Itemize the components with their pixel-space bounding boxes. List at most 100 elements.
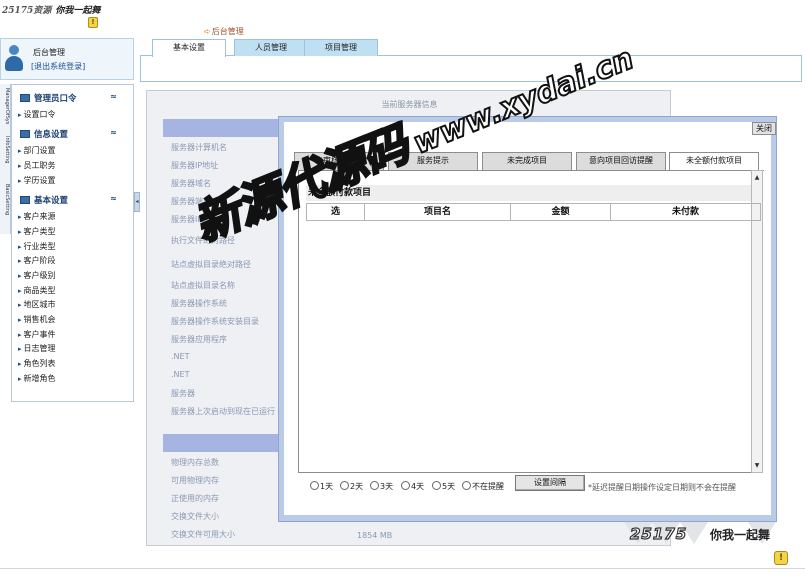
scroll-up-icon[interactable]: ▲ bbox=[753, 173, 761, 182]
radio-1-day[interactable]: 1天 bbox=[310, 481, 333, 492]
table-header: 选 项目名 金额 未付款 bbox=[306, 203, 761, 221]
col-amount: 金额 bbox=[511, 204, 611, 220]
info-label: 服务器操作系统 bbox=[171, 299, 227, 308]
menu-group-title: 管理员口令 bbox=[34, 94, 77, 104]
sidebar-item-customer-source[interactable]: 客户来源 bbox=[18, 211, 56, 222]
info-label: 服务器端口 bbox=[171, 197, 211, 206]
menu-group-basic[interactable]: 基本设置 ≈ bbox=[12, 193, 133, 207]
info-label: 服务器计算机名 bbox=[171, 143, 227, 152]
breadcrumb-arrow-icon: ➪ bbox=[204, 27, 211, 36]
radio-2-days[interactable]: 2天 bbox=[340, 481, 363, 492]
info-label: 服务器域名 bbox=[171, 179, 211, 188]
main-tabs: 基本设置 人员管理 项目管理 bbox=[140, 39, 802, 57]
info-label: 站点虚拟目录名称 bbox=[171, 281, 235, 290]
breadcrumb: ➪后台管理 bbox=[204, 26, 244, 37]
sidebar-item-region-city[interactable]: 地区城市 bbox=[18, 299, 56, 310]
collapse-icon[interactable]: ≈ bbox=[110, 92, 117, 101]
menu-group-info[interactable]: 信息设置 ≈ bbox=[12, 127, 133, 141]
folder-icon bbox=[20, 130, 30, 138]
user-title: 后台管理 bbox=[33, 48, 65, 57]
collapse-icon[interactable]: ≈ bbox=[110, 128, 117, 137]
top-slogan: 你我一起舞 bbox=[55, 6, 101, 16]
close-button[interactable]: 关闭 bbox=[752, 122, 776, 135]
sidebar-item-log-management[interactable]: 日志管理 bbox=[18, 343, 56, 354]
radio-3-days[interactable]: 3天 bbox=[370, 481, 393, 492]
tip-bulb-icon: ! bbox=[774, 551, 788, 565]
info-label: 服务器IP地址 bbox=[171, 161, 219, 170]
sidebar-item-customer-event[interactable]: 客户事件 bbox=[18, 329, 56, 340]
tab-unreviewed-projects[interactable]: 未审核的项目 bbox=[294, 152, 384, 170]
info-label: 交换文件可用大小 bbox=[171, 530, 235, 539]
sidebar-item-department[interactable]: 部门设置 bbox=[18, 145, 56, 156]
sidebar-item-role-list[interactable]: 角色列表 bbox=[18, 358, 56, 369]
col-select: 选 bbox=[307, 204, 365, 220]
breadcrumb-label: 后台管理 bbox=[211, 27, 244, 36]
info-label: 可用物理内存 bbox=[171, 476, 219, 485]
dialog-body: 关闭 未审核的项目 服务提示 未完成项目 意向项目回访提醒 未全额付款项目 ▲ … bbox=[284, 122, 776, 515]
sidebar-item-customer-stage[interactable]: 客户阶段 bbox=[18, 255, 56, 266]
info-label: 服务器上次启动到现在已运行 bbox=[171, 407, 275, 416]
sidebar-item-industry-type[interactable]: 行业类型 bbox=[18, 241, 56, 252]
radio-no-remind[interactable]: 不在提醒 bbox=[462, 481, 504, 492]
bottom-logo: 25175 你我一起舞 ! bbox=[624, 520, 802, 570]
sidebar-item-education[interactable]: 学历设置 bbox=[18, 175, 56, 186]
swap-free-value: 1854 MB bbox=[357, 531, 393, 540]
sidebar-item-position[interactable]: 员工职务 bbox=[18, 160, 56, 171]
tab-intent-followup[interactable]: 意向项目回访提醒 bbox=[576, 152, 666, 170]
radio-4-days[interactable]: 4天 bbox=[401, 481, 424, 492]
tab-content-area bbox=[140, 56, 802, 82]
tab-basic-settings[interactable]: 基本设置 bbox=[152, 39, 226, 57]
sidebar-item-set-password[interactable]: 设置口令 bbox=[18, 109, 56, 120]
radio-5-days[interactable]: 5天 bbox=[432, 481, 455, 492]
collapse-icon[interactable]: ≈ bbox=[110, 194, 117, 203]
info-label: 交换文件大小 bbox=[171, 512, 219, 521]
col-unpaid: 未付款 bbox=[671, 207, 699, 217]
info-label: .NET bbox=[171, 370, 190, 379]
info-label: 服务器 bbox=[171, 389, 195, 398]
set-interval-button[interactable]: 设置间隔 bbox=[515, 475, 585, 491]
user-box: 后台管理 [退出系统登录] bbox=[0, 38, 134, 80]
tab-unfinished-projects[interactable]: 未完成项目 bbox=[482, 152, 572, 170]
sidebar-menu: 管理员口令 ≈ 设置口令 信息设置 ≈ 部门设置 员工职务 学历设置 基本设置 … bbox=[11, 84, 134, 402]
info-label: 站点虚拟目录绝对路径 bbox=[171, 260, 251, 269]
info-label: 执行文件绝对路径 bbox=[171, 236, 235, 245]
top-logo: 25175资源 你我一起舞 ! bbox=[2, 3, 102, 29]
tab-personnel[interactable]: 人员管理 bbox=[234, 39, 308, 56]
sidebar-item-product-type[interactable]: 商品类型 bbox=[18, 285, 56, 296]
top-logo-text: 25175资源 bbox=[2, 6, 52, 16]
sidebar-item-customer-type[interactable]: 客户类型 bbox=[18, 226, 56, 237]
section-title: 未全额付款项目 bbox=[306, 185, 751, 201]
logout-link[interactable]: [退出系统登录] bbox=[31, 61, 85, 72]
sidebar-item-add-role[interactable]: 新增角色 bbox=[18, 373, 56, 384]
info-label: 服务器应用程序 bbox=[171, 335, 227, 344]
reminder-dialog: 关闭 未审核的项目 服务提示 未完成项目 意向项目回访提醒 未全额付款项目 ▲ … bbox=[278, 116, 777, 522]
side-tab-strip: ManagerOfSys InfoSetting BasicSetting bbox=[0, 84, 11, 234]
folder-icon bbox=[20, 94, 30, 102]
side-tab-manager[interactable]: ManagerOfSys bbox=[1, 88, 10, 124]
folder-icon bbox=[20, 196, 30, 204]
bottom-logo-number: 25175 bbox=[629, 524, 688, 543]
bottom-slogan: 你我一起舞 bbox=[710, 528, 771, 542]
tab-unpaid-projects[interactable]: 未全额付款项目 bbox=[669, 152, 759, 171]
tip-bulb-icon: ! bbox=[88, 17, 98, 28]
sidebar-item-sales-opportunity[interactable]: 销售机会 bbox=[18, 314, 56, 325]
side-tab-basic[interactable]: BasicSetting bbox=[1, 184, 10, 215]
info-label: 正使用的内存 bbox=[171, 494, 219, 503]
sidebar-item-customer-level[interactable]: 客户级别 bbox=[18, 270, 56, 281]
scroll-down-icon[interactable]: ▼ bbox=[753, 461, 761, 470]
sidebar-toggle-handle[interactable]: ◂ bbox=[134, 192, 140, 212]
hint-text: *延迟提醒日期操作设定日期则不会在提醒 bbox=[588, 483, 736, 492]
col-project-name: 项目名 bbox=[365, 204, 511, 220]
avatar bbox=[5, 45, 23, 71]
tab-projects[interactable]: 项目管理 bbox=[304, 39, 378, 56]
side-tab-info[interactable]: InfoSetting bbox=[1, 136, 10, 163]
footer-divider bbox=[0, 568, 805, 569]
tab-service-tips[interactable]: 服务提示 bbox=[388, 152, 478, 170]
info-label: 物理内存总数 bbox=[171, 458, 219, 467]
menu-group-admin[interactable]: 管理员口令 ≈ bbox=[12, 91, 133, 105]
menu-group-title: 信息设置 bbox=[34, 130, 69, 140]
info-label: 服务器操作系统安装目录 bbox=[171, 317, 259, 326]
info-label: .NET bbox=[171, 352, 190, 361]
menu-group-title: 基本设置 bbox=[34, 196, 69, 206]
server-info-title: 当前服务器信息 bbox=[381, 100, 438, 109]
